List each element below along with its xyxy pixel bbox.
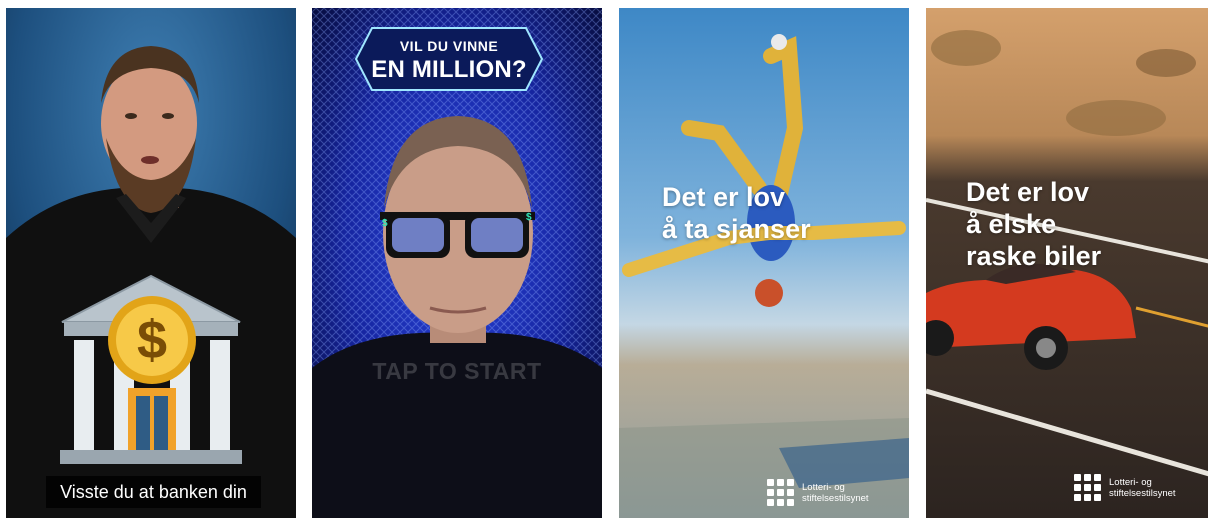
brand-lockup: Lotteri- og stiftelsestilsynet — [767, 479, 869, 506]
badge-line2: EN MILLION? — [371, 56, 527, 83]
panel3-scene — [619, 8, 909, 518]
badge-line1: VIL DU VINNE — [399, 38, 499, 54]
tap-to-start-prompt[interactable]: TAP TO START — [312, 358, 602, 385]
subtitle-caption: Visste du at banken din — [46, 476, 261, 508]
brand-line1: Lotteri- og — [1109, 476, 1152, 488]
brand-line1: Lotteri- og — [802, 481, 845, 493]
headline-line3: raske biler — [966, 241, 1102, 271]
video-ad-car[interactable]: Det er lov å elske raske biler Lotteri- … — [926, 8, 1208, 518]
headline-line2: å ta sjanser — [662, 214, 811, 244]
svg-text:$: $ — [137, 310, 167, 370]
brand-lockup: Lotteri- og stiftelsestilsynet — [1074, 474, 1176, 501]
video-ad-skydiver[interactable]: Det er lov å ta sjanser Lotteri- og stif… — [619, 8, 909, 518]
headline-line1: Det er lov — [662, 182, 786, 212]
lottery-authority-logo-icon — [1074, 474, 1101, 501]
svg-text:$: $ — [382, 218, 388, 229]
headline: Det er lov å elske raske biler — [966, 176, 1101, 272]
brand-line2: stiftelsestilsynet — [802, 492, 869, 504]
headline-line2: å elske — [966, 209, 1057, 239]
video-ad-million[interactable]: $ $ VIL DU VINNE EN MILLION? TAP TO STAR… — [312, 8, 602, 518]
headline-line1: Det er lov — [966, 177, 1090, 207]
lottery-authority-logo-icon — [767, 479, 794, 506]
million-badge: VIL DU VINNE EN MILLION? — [354, 26, 544, 92]
svg-text:$: $ — [526, 212, 532, 223]
headline: Det er lov å ta sjanser — [662, 181, 811, 245]
brand-line2: stiftelsestilsynet — [1109, 487, 1176, 499]
dollar-coin-icon: $ — [108, 296, 196, 384]
sunglasses-icon: $ $ — [380, 212, 535, 258]
video-ad-bank[interactable]: $ Visste du at banken din — [6, 8, 296, 518]
